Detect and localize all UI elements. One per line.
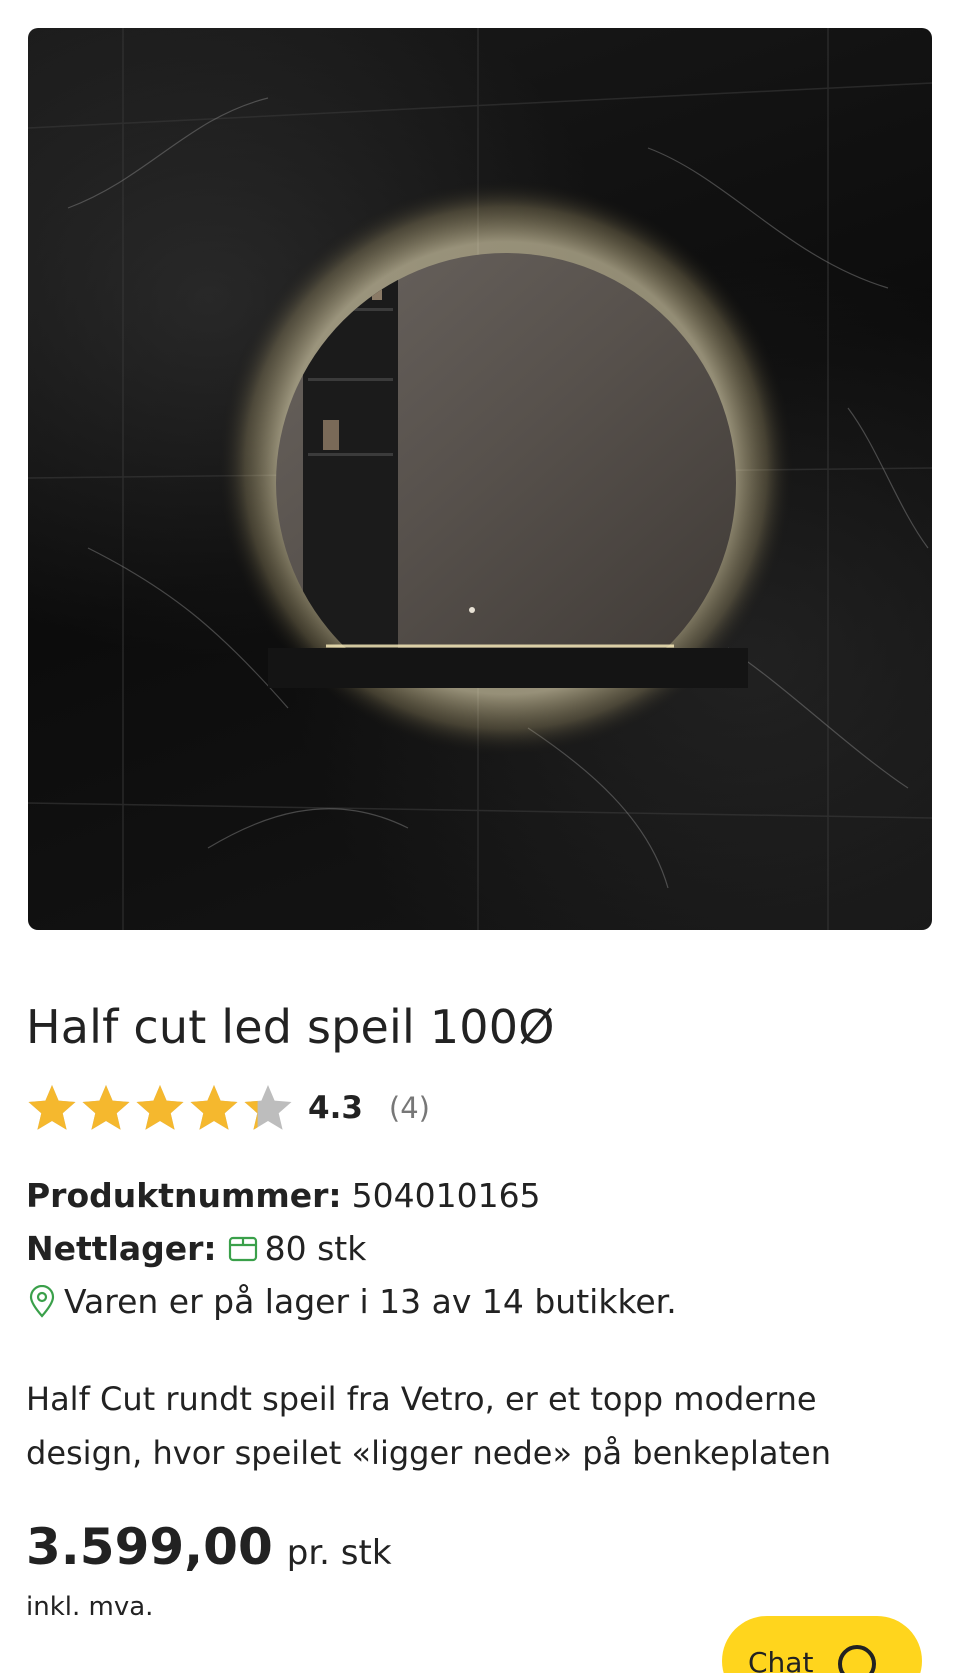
vat-note: inkl. mva. (26, 1592, 154, 1622)
sku-value: 504010165 (351, 1176, 541, 1215)
location-pin-icon (29, 1284, 55, 1318)
star-icon (82, 1085, 130, 1130)
sku-label: Produktnummer: (26, 1176, 342, 1215)
star-rating (26, 1082, 294, 1134)
chat-button[interactable]: Chat (722, 1616, 922, 1673)
star-icon (136, 1085, 184, 1130)
rating-value: 4.3 (308, 1090, 363, 1126)
price-unit: pr. stk (286, 1533, 392, 1573)
store-availability-text: Varen er på lager i 13 av 14 butikker. (64, 1282, 677, 1321)
product-description: Half Cut rundt speil fra Vetro, er et to… (26, 1380, 831, 1472)
stock-value: 80 stk (264, 1229, 367, 1268)
review-count[interactable]: (4) (389, 1091, 430, 1125)
star-icon (244, 1085, 292, 1130)
stock-row: Nettlager: 80 stk (26, 1229, 366, 1268)
sku-row: Produktnummer: 504010165 (26, 1176, 541, 1215)
mirror-illustration (28, 28, 932, 930)
store-availability-row[interactable]: Varen er på lager i 13 av 14 butikker. (26, 1282, 677, 1321)
rating[interactable]: 4.3 (4) (26, 1080, 430, 1136)
price: 3.599,00 (26, 1518, 273, 1576)
price-row: 3.599,00 pr. stk (26, 1518, 392, 1576)
star-icon (190, 1085, 238, 1130)
chat-bubble-icon (838, 1645, 877, 1673)
product-title: Half cut led speil 100Ø (26, 1000, 555, 1054)
chat-label: Chat (748, 1646, 814, 1673)
box-icon (228, 1236, 257, 1261)
star-icon (28, 1085, 76, 1130)
stock-label: Nettlager: (26, 1229, 217, 1268)
product-image[interactable] (28, 28, 932, 930)
